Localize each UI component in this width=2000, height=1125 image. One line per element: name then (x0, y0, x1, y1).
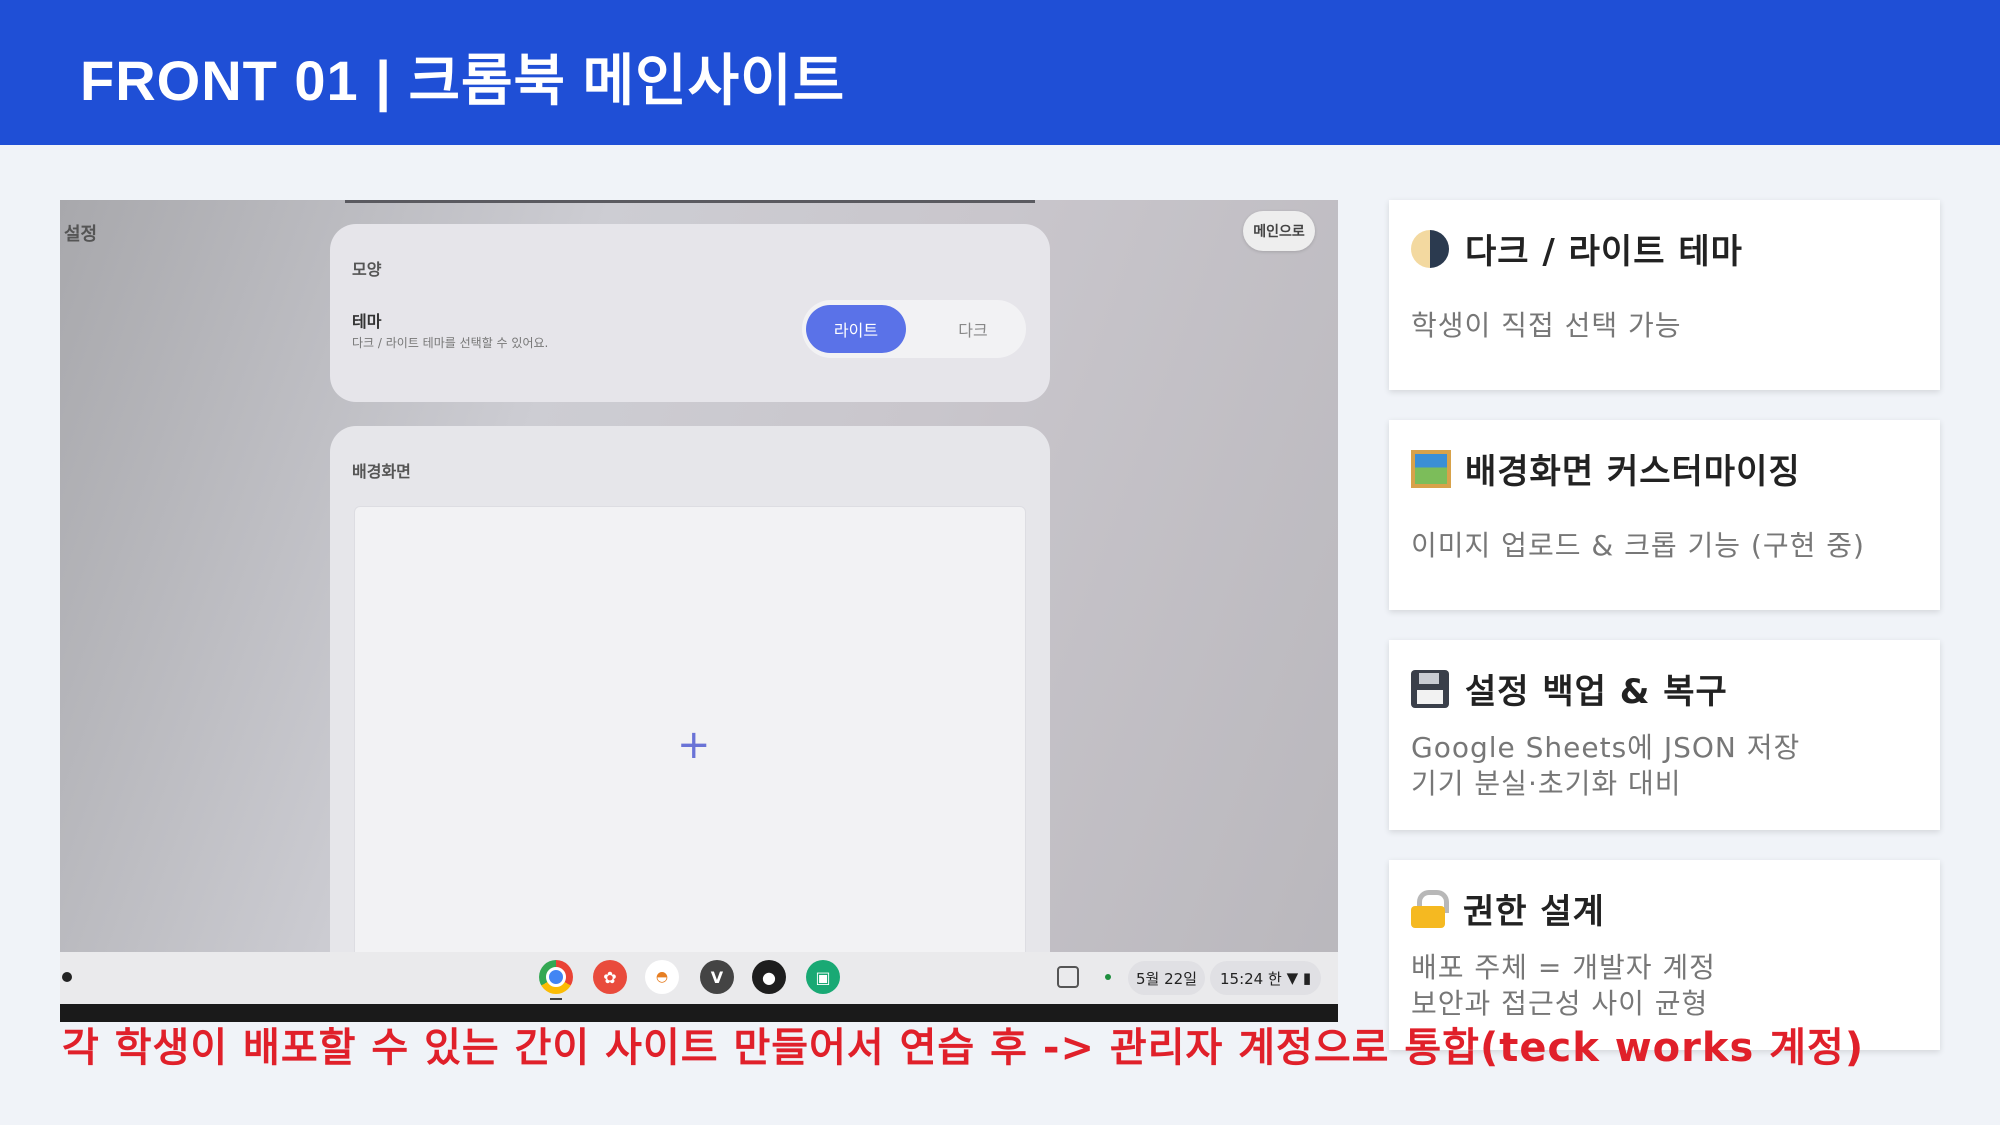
caption-note: 각 학생이 배포할 수 있는 간이 사이트 만들어서 연습 후 -> 관리자 계… (62, 1025, 1865, 1071)
tray-time-text: 15:24 한 (1220, 969, 1282, 988)
active-app-indicator (550, 998, 562, 1000)
feature-card-background: 배경화면 커스터마이징 이미지 업로드 & 크롭 기능 (구현 중) (1389, 420, 1940, 610)
theme-description: 다크 / 라이트 테마를 선택할 수 있어요. (352, 336, 549, 350)
screen-bottom-edge (60, 1004, 1338, 1022)
appearance-card: 모양 테마 다크 / 라이트 테마를 선택할 수 있어요. 라이트 다크 (330, 224, 1050, 402)
header-bar: FRONT 01 | 크롬북 메인사이트 (0, 0, 2000, 145)
status-dot-icon (1105, 974, 1111, 980)
feature-desc: 배포 주체 = 개발자 계정 (1411, 951, 1716, 984)
theme-light-option[interactable]: 라이트 (806, 305, 906, 353)
feature-card-permissions: 권한 설계 배포 주체 = 개발자 계정 보안과 접근성 사이 균형 (1389, 860, 1940, 1050)
theme-label: 테마 (352, 312, 382, 331)
theme-toggle: 라이트 다크 (802, 300, 1026, 358)
settings-label: 설정 (64, 224, 98, 245)
feature-title-text: 권한 설계 (1463, 892, 1605, 932)
tray-time[interactable]: 15:24 한 ▼ ▮ (1210, 961, 1322, 995)
holding-space-icon[interactable] (1057, 966, 1079, 988)
feature-desc: 기기 분실·초기화 대비 (1411, 767, 1682, 800)
plus-icon[interactable]: + (677, 725, 711, 765)
feature-title: 배경화면 커스터마이징 (1411, 444, 1801, 493)
feature-card-theme: 다크 / 라이트 테마 학생이 직접 선택 가능 (1389, 200, 1940, 390)
app-red-icon[interactable]: ✿ (593, 960, 627, 994)
figma-icon[interactable]: ● (752, 960, 786, 994)
wifi-icon: ▼ (1286, 969, 1299, 987)
tray-date[interactable]: 5월 22일 (1128, 961, 1205, 995)
background-card: 배경화면 + (330, 426, 1050, 1022)
feature-title-text: 다크 / 라이트 테마 (1465, 232, 1743, 272)
lock-icon (1411, 889, 1449, 928)
feature-desc: Google Sheets에 JSON 저장 (1411, 731, 1801, 764)
feature-title: 다크 / 라이트 테마 (1411, 224, 1743, 273)
appearance-section-label: 모양 (352, 260, 382, 279)
launcher-icon[interactable] (62, 972, 72, 982)
theme-dark-option[interactable]: 다크 (928, 305, 1018, 353)
background-label: 배경화면 (352, 462, 411, 481)
battery-icon: ▮ (1302, 969, 1312, 987)
chromebook-screenshot: 설정 메인으로 모양 테마 다크 / 라이트 테마를 선택할 수 있어요. 라이… (60, 200, 1338, 1022)
floppy-disk-icon (1411, 669, 1449, 708)
top-divider (345, 200, 1035, 203)
background-upload-area[interactable]: + (354, 506, 1026, 1022)
framed-picture-icon (1411, 449, 1451, 488)
rainbow-icon[interactable]: ◓ (645, 960, 679, 994)
chromeos-shelf: ✿ ◓ V ● ▣ 5월 22일 15:24 한 ▼ ▮ (60, 952, 1338, 1004)
feature-card-backup: 설정 백업 & 복구 Google Sheets에 JSON 저장 기기 분실·… (1389, 640, 1940, 830)
go-main-button[interactable]: 메인으로 (1243, 211, 1315, 251)
feature-desc: 이미지 업로드 & 크롭 기능 (구현 중) (1411, 529, 1865, 562)
feature-desc: 학생이 직접 선택 가능 (1411, 309, 1682, 342)
feature-desc: 보안과 접근성 사이 균형 (1411, 987, 1709, 1020)
half-moon-icon (1411, 229, 1449, 268)
feature-title: 설정 백업 & 복구 (1411, 664, 1728, 713)
feature-title-text: 배경화면 커스터마이징 (1465, 452, 1801, 492)
page-title: FRONT 01 | 크롬북 메인사이트 (80, 49, 846, 112)
feature-title-text: 설정 백업 & 복구 (1465, 672, 1728, 712)
classroom-icon[interactable]: ▣ (806, 960, 840, 994)
feature-title: 권한 설계 (1411, 884, 1605, 933)
chrome-icon[interactable] (539, 960, 573, 994)
v-icon[interactable]: V (700, 960, 734, 994)
